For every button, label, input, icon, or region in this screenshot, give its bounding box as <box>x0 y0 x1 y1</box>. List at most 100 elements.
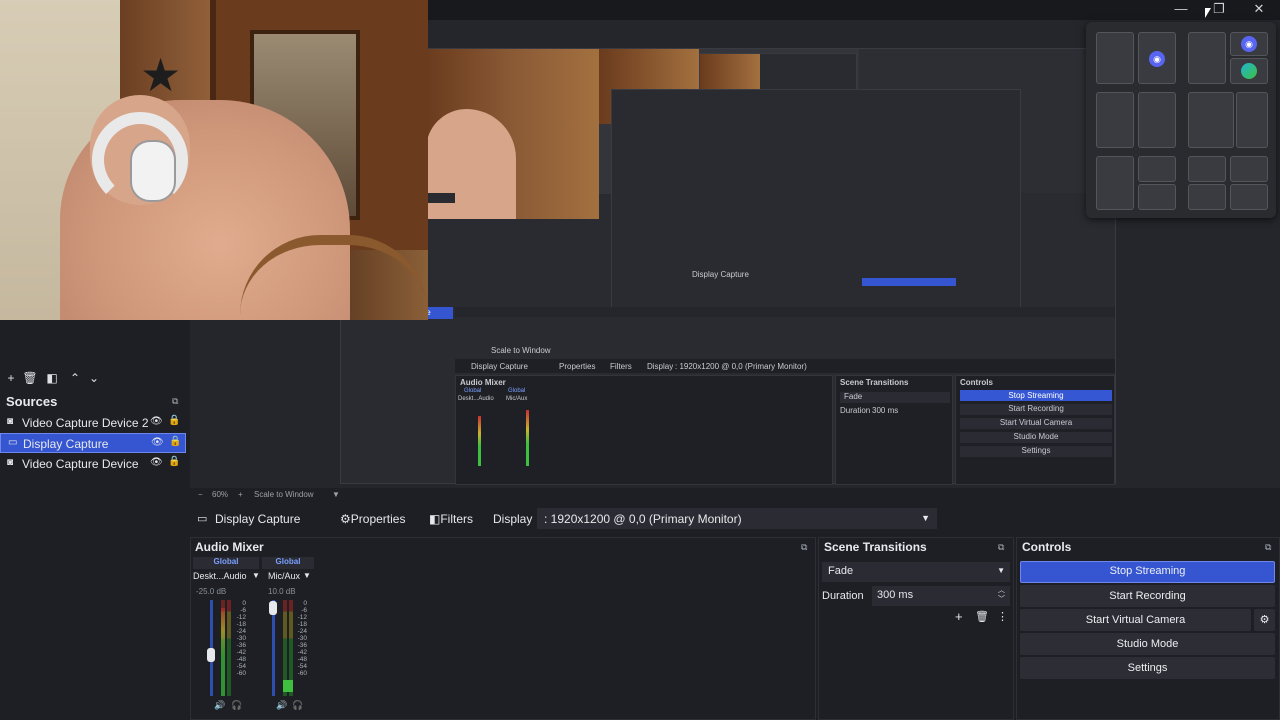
scene-transitions-float-button[interactable]: ⧉ <box>998 542 1004 553</box>
studio-mode-button[interactable]: Studio Mode <box>1020 633 1275 655</box>
scene-transitions-title: Scene Transitions <box>824 540 927 554</box>
audio-mixer-title: Audio Mixer <box>195 540 264 554</box>
source-item-video-capture-device-2[interactable]: ◙ Video Capture Device 2 👁 🔒 <box>0 413 186 433</box>
scale-mode[interactable]: Scale to Window <box>254 490 314 499</box>
discord-icon: ◉ <box>1149 51 1165 67</box>
stop-streaming-button[interactable]: Stop Streaming <box>1020 561 1275 583</box>
gear-icon: ⚙ <box>1259 614 1270 626</box>
chevron-down-icon: ▼ <box>997 566 1005 575</box>
mute-mic-icon[interactable]: 🔊 <box>276 700 287 711</box>
channel-menu-mic[interactable]: ▼ <box>303 571 311 580</box>
channel-name-desktop: Deskt...Audio <box>193 571 247 581</box>
nested-obs-window: Display Capture <box>611 89 1021 315</box>
monitor-icon: ▭ <box>8 437 18 448</box>
controls-title: Controls <box>1022 540 1072 554</box>
snap-cell[interactable] <box>1096 32 1134 84</box>
discord-icon: ◉ <box>1241 36 1257 52</box>
channel-scope-desktop: Global <box>193 557 259 569</box>
visibility-eye-icon[interactable]: 👁 <box>150 457 163 468</box>
display-label: Display <box>493 512 533 526</box>
filters-button[interactable]: ◧Filters <box>429 512 473 526</box>
move-down-button[interactable]: ⌄ <box>86 370 102 386</box>
scale-dropdown-arrow[interactable]: ▼ <box>332 490 340 499</box>
add-transition-button[interactable]: + <box>955 609 963 624</box>
visibility-eye-icon[interactable]: 👁 <box>150 416 163 427</box>
settings-button[interactable]: Settings <box>1020 657 1275 679</box>
controls-float-button[interactable]: ⧉ <box>1265 542 1271 553</box>
mouse-cursor <box>1205 8 1211 18</box>
snap-cell[interactable]: ◉ <box>1138 32 1176 84</box>
sources-title: Sources <box>6 394 58 409</box>
sources-float-button[interactable]: ⧉ <box>172 396 178 407</box>
channel-db-desktop: -25.0 dB <box>196 587 227 596</box>
nested-scale-label: Scale to Window <box>491 346 551 355</box>
nested-preview-1: Display Capture Video Capture Device Sca… <box>340 48 1117 485</box>
volume-handle-desktop[interactable] <box>207 648 215 662</box>
monitor-desktop-icon[interactable]: 🎧 <box>231 700 242 711</box>
snap-cell[interactable] <box>1230 156 1268 182</box>
remove-scene-button[interactable]: 🗑 <box>22 370 38 386</box>
scene-filters-button[interactable]: ◧ <box>44 370 60 386</box>
channel-name-mic: Mic/Aux <box>268 571 301 581</box>
zoom-strip: − 60% + Scale to Window ▼ <box>190 488 830 504</box>
snap-cell[interactable] <box>1138 184 1176 210</box>
transition-menu-button[interactable]: ⋮ <box>997 610 1008 623</box>
lock-icon[interactable]: 🔒 <box>169 436 181 447</box>
add-scene-button[interactable]: + <box>3 370 19 386</box>
minimize-button[interactable]: — <box>1168 0 1194 20</box>
camera-icon: ◙ <box>7 457 14 468</box>
duration-field[interactable]: 300 ms ︿ ﹀ <box>872 586 1010 606</box>
zoom-out-button[interactable]: − <box>198 490 203 499</box>
meter-scale-mic: 0 -6 -12 -18 -24 -30 -36 -42 -48 -54 -60 <box>297 600 307 677</box>
meter-mic-level <box>283 680 293 692</box>
camera-icon: ◙ <box>7 416 14 427</box>
meter-desktop-level <box>221 608 225 696</box>
monitor-mic-icon[interactable]: 🎧 <box>292 700 303 711</box>
virtual-camera-settings-button[interactable]: ⚙ <box>1254 609 1275 631</box>
transition-select[interactable]: Fade ▼ <box>822 562 1010 582</box>
channel-db-mic: 10.0 dB <box>268 587 296 596</box>
snap-cell[interactable] <box>1096 92 1134 148</box>
snap-cell[interactable] <box>1138 92 1176 148</box>
snap-cell[interactable] <box>1230 58 1268 84</box>
source-item-video-capture-device[interactable]: ◙ Video Capture Device 👁 🔒 <box>0 454 186 474</box>
source-item-display-capture[interactable]: ▭ Display Capture 👁 🔒 <box>0 433 186 453</box>
meter-scale-desktop: 0 -6 -12 -18 -24 -30 -36 -42 -48 -54 -60 <box>236 600 246 677</box>
webcam-feed: ★ <box>0 0 428 320</box>
filter-icon: ◧ <box>429 512 441 526</box>
star-decoration: ★ <box>140 49 182 101</box>
monitor-icon: ▭ <box>197 513 208 525</box>
snap-cell[interactable] <box>1236 92 1268 148</box>
lock-icon[interactable]: 🔒 <box>168 456 180 467</box>
snap-cell[interactable] <box>1138 156 1176 182</box>
visibility-eye-icon[interactable]: 👁 <box>151 437 164 448</box>
start-recording-button[interactable]: Start Recording <box>1020 585 1275 607</box>
snap-cell[interactable] <box>1188 156 1226 182</box>
snap-cell[interactable] <box>1096 156 1134 210</box>
snap-cell[interactable] <box>1188 32 1226 84</box>
edge-icon <box>1241 63 1257 79</box>
channel-scope-mic: Global <box>262 557 314 569</box>
duration-stepper[interactable]: ︿ ﹀ <box>998 586 1005 604</box>
display-select[interactable]: : 1920x1200 @ 0,0 (Primary Monitor) ▼ <box>537 508 937 529</box>
move-up-button[interactable]: ⌃ <box>67 370 83 386</box>
properties-button[interactable]: ⚙Properties <box>340 512 405 526</box>
snap-cell[interactable] <box>1230 184 1268 210</box>
start-virtual-camera-button[interactable]: Start Virtual Camera <box>1020 609 1251 631</box>
audio-mixer-float-button[interactable]: ⧉ <box>801 542 807 553</box>
volume-handle-mic[interactable] <box>269 601 277 615</box>
meter-desktop-r <box>227 600 231 696</box>
close-button[interactable]: ✕ <box>1246 0 1272 20</box>
snap-cell[interactable] <box>1188 184 1226 210</box>
snap-cell[interactable] <box>1188 92 1234 148</box>
remove-transition-button[interactable]: 🗑 <box>975 610 989 623</box>
chevron-down-icon: ▼ <box>921 513 930 523</box>
context-source-name: Display Capture <box>215 512 301 526</box>
channel-menu-desktop[interactable]: ▼ <box>252 571 260 580</box>
snap-cell[interactable]: ◉ <box>1230 32 1268 56</box>
snap-layouts-flyout: ◉ ◉ <box>1086 22 1276 218</box>
duration-label: Duration <box>822 590 864 602</box>
zoom-in-button[interactable]: + <box>238 490 243 499</box>
mute-desktop-icon[interactable]: 🔊 <box>214 700 225 711</box>
lock-icon[interactable]: 🔒 <box>168 415 180 426</box>
